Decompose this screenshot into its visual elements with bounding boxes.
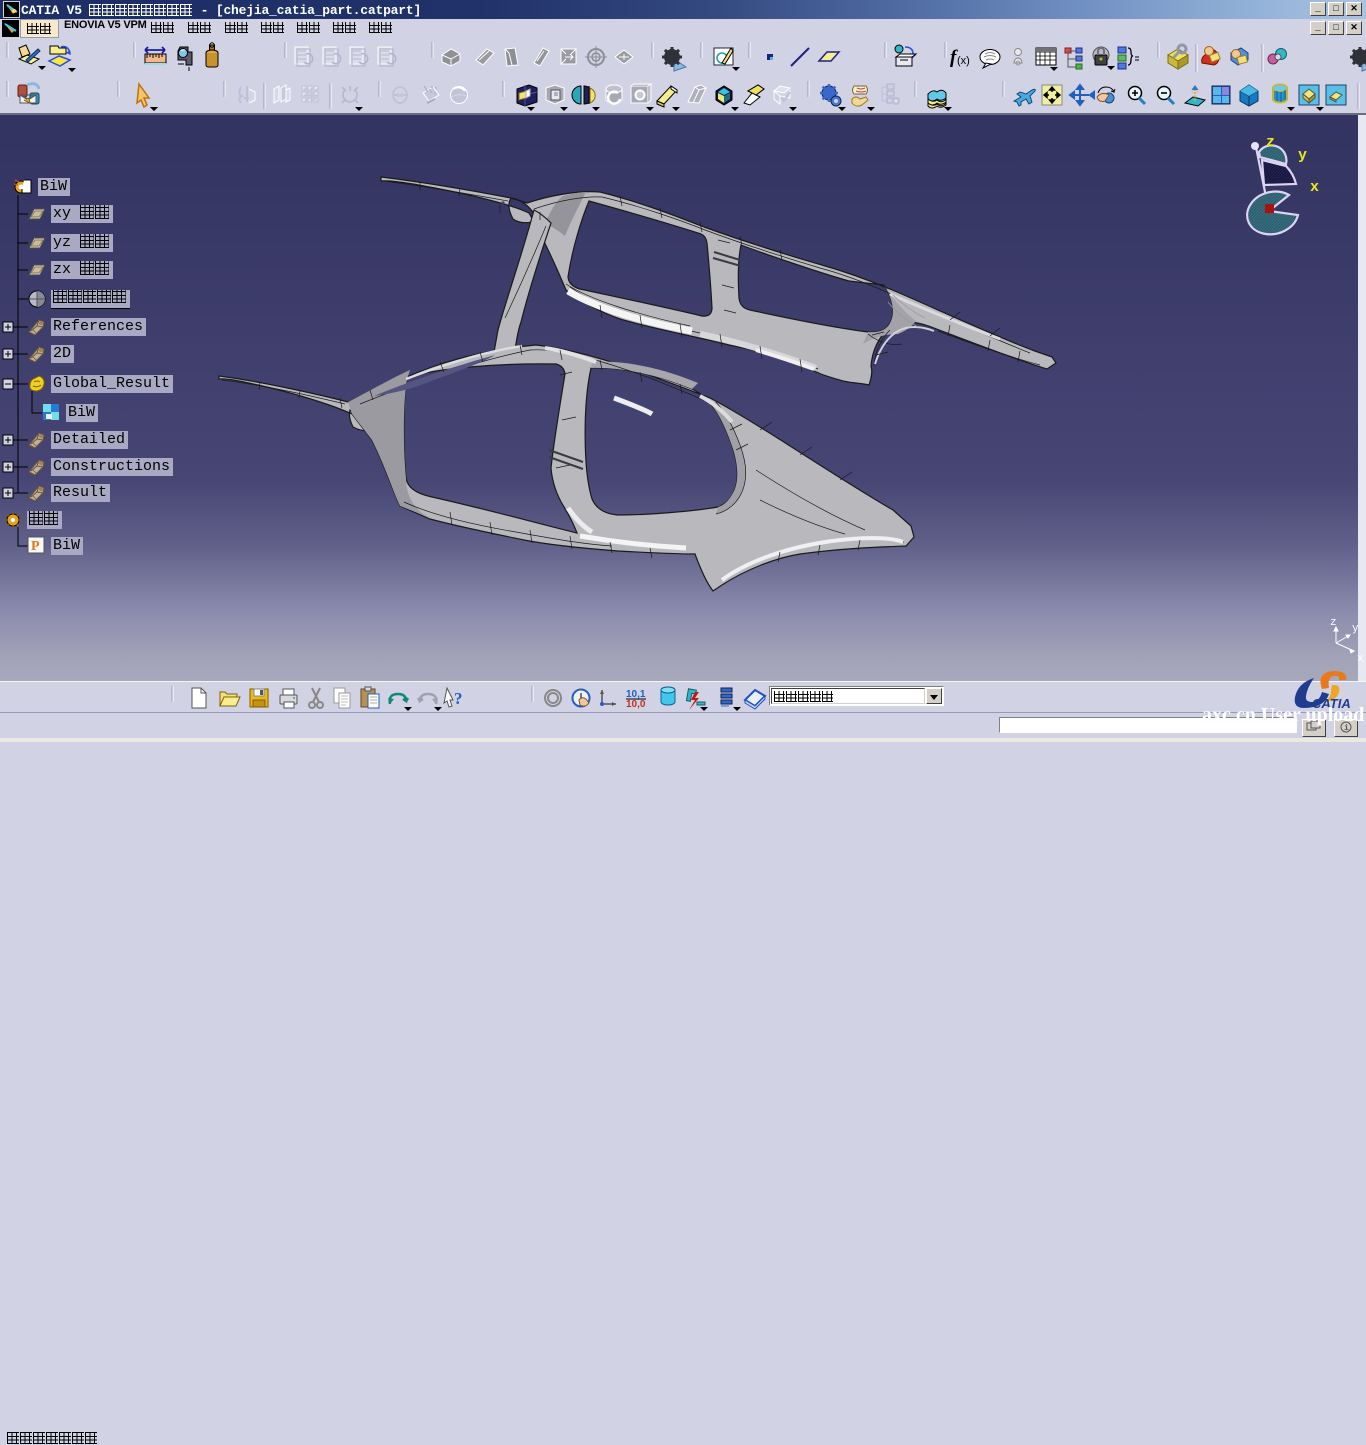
svg-text:P: P [31, 539, 40, 554]
svg-text:(x): (x) [957, 55, 970, 67]
svg-text:x: x [1310, 179, 1319, 196]
svg-text:10,0: 10,0 [626, 699, 646, 710]
svg-text:y: y [1298, 147, 1307, 164]
svg-text:?: ? [454, 689, 463, 708]
svg-text:y: y [1352, 623, 1359, 635]
svg-text:z: z [1266, 138, 1275, 151]
svg-text:x: x [1357, 653, 1364, 665]
svg-text:z: z [1330, 617, 1337, 629]
